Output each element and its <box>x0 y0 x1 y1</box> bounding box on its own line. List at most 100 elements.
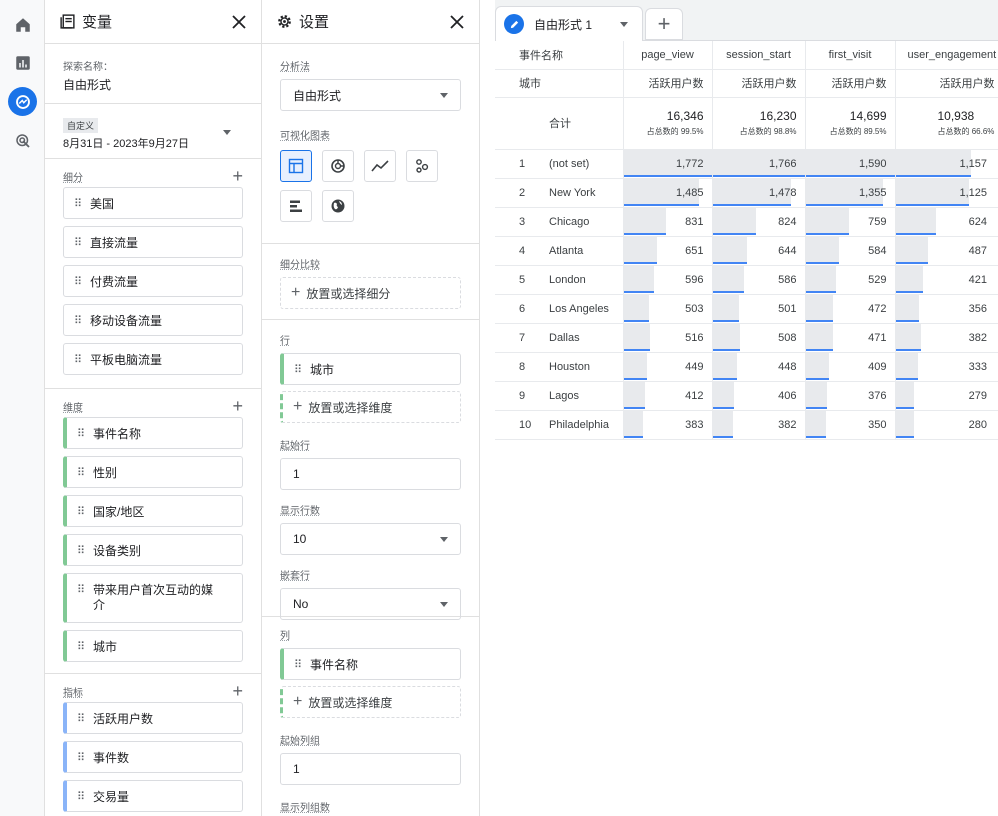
metric-cell: 448 <box>711 352 805 382</box>
date-range-section[interactable]: 自定义 8月31日 - 2023年9月27日 <box>45 104 261 159</box>
metric-value: 1,125 <box>959 186 987 199</box>
nested-rows-select[interactable]: No <box>280 588 461 620</box>
segment-chip[interactable]: ⠿ 直接流量 <box>63 226 243 258</box>
metric-header[interactable]: 活跃用户数 <box>804 69 895 98</box>
close-icon[interactable] <box>229 12 249 32</box>
dimension-chip[interactable]: ⠿ 设备类别 <box>63 534 243 566</box>
dimensions-label: 维度 <box>63 402 83 414</box>
value-bar <box>624 236 657 264</box>
table-row[interactable]: 3 Chicago 831 824 759 624 <box>495 207 998 237</box>
metric-cell: 651 <box>622 236 712 266</box>
segment-drop-zone[interactable]: + 放置或选择细分 <box>280 277 461 309</box>
close-icon[interactable] <box>447 12 467 32</box>
metric-value: 280 <box>968 418 987 431</box>
value-bar <box>624 352 647 380</box>
value-bar <box>624 381 645 409</box>
table-icon[interactable] <box>280 150 312 182</box>
metric-cell: 356 <box>894 294 998 324</box>
technique-select[interactable]: 自由形式 <box>280 79 461 111</box>
metric-cell: 409 <box>804 352 895 382</box>
table-row[interactable]: 9 Lagos 412 406 376 279 <box>495 381 998 411</box>
table-row[interactable]: 8 Houston 449 448 409 333 <box>495 352 998 382</box>
dimension-chip[interactable]: ⠿ 事件名称 <box>63 417 243 449</box>
table-row[interactable]: 7 Dallas 516 508 471 382 <box>495 323 998 353</box>
metric-cell: 1,766 <box>711 149 805 179</box>
dimension-chip[interactable]: ⠿ 国家/地区 <box>63 495 243 527</box>
show-rows-select[interactable]: 10 <box>280 523 461 555</box>
column-header[interactable]: user_engagement <box>894 41 998 70</box>
segment-chip[interactable]: ⠿ 美国 <box>63 187 243 219</box>
scatter-icon[interactable] <box>406 150 438 182</box>
tab-freeform[interactable]: 自由形式 1 <box>495 6 643 41</box>
metric-value: 1,590 <box>858 157 887 170</box>
metric-chip[interactable]: ⠿ 事件数 <box>63 741 243 773</box>
row-dimension-chip[interactable]: ⠿ 城市 <box>280 353 461 385</box>
dimension-chip[interactable]: ⠿ 带来用户首次互动的媒介 <box>63 573 243 623</box>
column-header[interactable]: session_start <box>711 41 805 70</box>
table-row[interactable]: 10 Philadelphia 383 382 350 280 <box>495 410 998 440</box>
metric-header[interactable]: 活跃用户数 <box>894 69 998 98</box>
dimension-chip[interactable]: ⠿ 城市 <box>63 630 243 662</box>
column-header[interactable]: first_visit <box>804 41 895 70</box>
exploration-name-input[interactable]: 自由形式 <box>63 76 243 93</box>
columns-label: 列 <box>280 631 290 642</box>
value-bar <box>806 294 833 322</box>
metric-value: 382 <box>968 331 987 344</box>
metric-chip[interactable]: ⠿ 交易量 <box>63 780 243 812</box>
metric-value: 356 <box>968 302 987 315</box>
table-row[interactable]: 1 (not set) 1,772 1,766 1,590 1,157 <box>495 149 998 179</box>
value-bar <box>896 265 923 293</box>
globe-icon[interactable] <box>322 190 354 222</box>
donut-icon[interactable] <box>322 150 354 182</box>
metric-header[interactable]: 活跃用户数 <box>622 69 712 98</box>
row-drop-zone[interactable]: + 放置或选择维度 <box>280 391 461 423</box>
metric-header[interactable]: 活跃用户数 <box>711 69 805 98</box>
column-header[interactable]: page_view <box>622 41 712 70</box>
column-dimension-chip[interactable]: ⠿ 事件名称 <box>280 648 461 680</box>
add-segment-icon[interactable]: + <box>232 167 243 185</box>
table-row[interactable]: 2 New York 1,485 1,478 1,355 1,125 <box>495 178 998 208</box>
metric-cell: 350 <box>804 410 895 440</box>
add-metric-icon[interactable]: + <box>232 682 243 700</box>
value-bar <box>896 294 919 322</box>
metric-value: 376 <box>868 389 887 402</box>
segments-section: 细分 + ⠿ 美国 ⠿ 直接流量 ⠿ 付费流量 ⠿ 移动设备流量 ⠿ 平板电脑流量 <box>45 159 261 389</box>
table-row[interactable]: 6 Los Angeles 503 501 472 356 <box>495 294 998 324</box>
metric-cell: 624 <box>894 207 998 237</box>
advertising-icon[interactable] <box>8 126 37 155</box>
metric-cell: 759 <box>804 207 895 237</box>
add-dimension-icon[interactable]: + <box>232 397 243 415</box>
column-drop-zone[interactable]: + 放置或选择维度 <box>280 686 461 718</box>
table-row[interactable]: 5 London 596 586 529 421 <box>495 265 998 295</box>
metric-value: 1,485 <box>675 186 704 199</box>
line-icon[interactable] <box>364 150 396 182</box>
start-row-input[interactable]: 1 <box>280 458 461 490</box>
explore-icon[interactable] <box>8 87 37 116</box>
value-bar <box>896 323 921 351</box>
add-tab-button[interactable]: + <box>645 8 683 40</box>
dimension-chip[interactable]: ⠿ 性别 <box>63 456 243 488</box>
variables-panel: 变量 探索名称： 自由形式 自定义 8月31日 - 2023年9月27日 细分 +… <box>45 0 262 816</box>
metric-cell: 1,772 <box>622 149 712 179</box>
metric-value: 1,766 <box>768 157 797 170</box>
metric-cell: 501 <box>711 294 805 324</box>
tab-dropdown-icon[interactable] <box>620 21 628 27</box>
bar-icon[interactable] <box>280 190 312 222</box>
row-index: 6 <box>495 294 549 324</box>
date-dropdown-icon[interactable] <box>223 130 231 135</box>
table-row[interactable]: 4 Atlanta 651 644 584 487 <box>495 236 998 266</box>
total-value: 16,346 <box>666 109 704 123</box>
segment-chip[interactable]: ⠿ 付费流量 <box>63 265 243 297</box>
home-icon[interactable] <box>8 10 37 39</box>
technique-label: 分析法 <box>280 62 310 73</box>
segment-chip[interactable]: ⠿ 移动设备流量 <box>63 304 243 336</box>
viz-label: 可视化图表 <box>280 131 330 142</box>
start-col-input[interactable]: 1 <box>280 753 461 785</box>
metric-chip[interactable]: ⠿ 活跃用户数 <box>63 702 243 734</box>
metric-value: 333 <box>968 360 987 373</box>
reports-icon[interactable] <box>8 48 37 77</box>
row-index: 9 <box>495 381 549 411</box>
metric-value: 350 <box>868 418 887 431</box>
segment-chip[interactable]: ⠿ 平板电脑流量 <box>63 343 243 375</box>
value-bar <box>896 352 918 380</box>
